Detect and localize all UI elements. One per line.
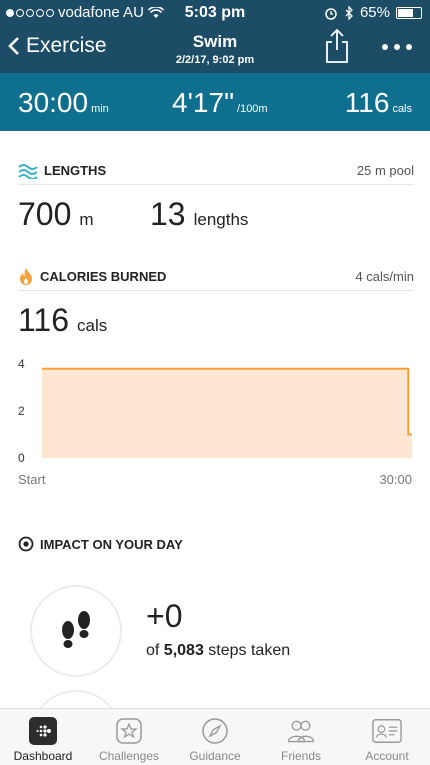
tab-dashboard[interactable]: Dashboard <box>0 709 86 765</box>
x-tick-end: 30:00 <box>379 472 412 487</box>
duration-unit: min <box>91 103 109 115</box>
lengths-count: 13 <box>150 196 186 232</box>
footsteps-icon <box>62 611 90 648</box>
calories-area <box>42 368 412 458</box>
calories-summary-unit: cals <box>392 103 412 115</box>
lengths-header: LENGTHS 25 m pool <box>18 157 414 185</box>
y-tick-label: 2 <box>18 404 25 418</box>
workout-summary: 30:00 min 4'17" /100m 116 cals <box>0 73 430 131</box>
lengths-title: LENGTHS <box>44 163 107 178</box>
steps-suffix: steps taken <box>208 642 291 659</box>
status-bar: vodafone AU 5:03 pm 65% <box>0 0 430 26</box>
distance-value: 700 <box>18 196 72 232</box>
target-icon <box>18 536 34 552</box>
alarm-icon <box>325 7 337 20</box>
duration-summary: 30:00 min <box>18 87 109 119</box>
tab-label-friends: Friends <box>280 749 321 763</box>
tab-guidance[interactable]: Guidance <box>172 709 258 765</box>
dashboard-icon <box>28 716 58 746</box>
page-title: Swim <box>192 32 238 51</box>
calories-summary-value: 116 <box>344 87 390 118</box>
calories-chart: 0 2 4 <box>18 357 412 465</box>
share-icon[interactable] <box>324 28 350 64</box>
distance-metric: 700 m <box>18 196 94 233</box>
tab-friends[interactable]: Friends <box>258 709 344 765</box>
steps-total: 5,083 <box>163 642 204 659</box>
calories-rate: 4 cals/min <box>355 269 414 284</box>
lengths-metric: 13 lengths <box>150 196 248 233</box>
nav-header: Exercise Swim 2/2/17, 9:02 pm <box>0 28 430 73</box>
bluetooth-icon <box>345 5 353 20</box>
steps-added: +0 <box>146 598 182 635</box>
status-right: 65% <box>324 4 422 21</box>
tab-label-account: Account <box>365 749 409 763</box>
account-card-icon <box>372 716 402 746</box>
steps-prefix: of <box>146 642 160 659</box>
more-options-icon[interactable] <box>382 44 412 50</box>
calories-unit: cals <box>77 316 108 335</box>
pace-unit: /100m <box>237 103 268 115</box>
compass-icon <box>200 716 230 746</box>
y-tick-label: 0 <box>18 451 25 465</box>
tab-challenges[interactable]: Challenges <box>86 709 172 765</box>
star-badge-icon <box>114 716 144 746</box>
friends-icon <box>286 716 316 746</box>
steps-circle[interactable] <box>30 585 122 677</box>
calories-title: CALORIES BURNED <box>40 269 167 284</box>
calories-value: 116 <box>18 302 70 338</box>
page-subtitle: 2/2/17, 9:02 pm <box>175 54 255 66</box>
impact-header: IMPACT ON YOUR DAY <box>18 530 414 558</box>
pool-length: 25 m pool <box>356 163 414 178</box>
calories-summary: 116 cals <box>345 87 412 119</box>
tab-bar: Dashboard Challenges Guidance Friends Ac… <box>0 708 430 765</box>
calories-metric: 116 cals <box>18 302 107 339</box>
steps-added-value: +0 <box>146 598 183 634</box>
waves-icon <box>18 163 38 179</box>
battery-icon <box>396 6 422 19</box>
tab-label-guidance: Guidance <box>189 749 241 763</box>
x-tick-start: Start <box>18 472 46 487</box>
impact-title: IMPACT ON YOUR DAY <box>40 536 183 552</box>
duration-value: 30:00 <box>18 87 89 118</box>
pace-summary: 4'17" /100m <box>172 87 268 119</box>
tab-label-challenges: Challenges <box>98 749 160 763</box>
y-tick-label: 4 <box>18 357 25 371</box>
tab-label-dashboard: Dashboard <box>13 749 73 763</box>
tab-account[interactable]: Account <box>344 709 430 765</box>
lengths-unit: lengths <box>193 210 249 229</box>
top-bar: vodafone AU 5:03 pm 65% Exercise Swim 2/… <box>0 0 430 73</box>
distance-unit: m <box>79 210 94 229</box>
calories-header: CALORIES BURNED 4 cals/min <box>18 263 414 291</box>
steps-total-line: of 5,083 steps taken <box>146 642 290 660</box>
flame-icon <box>20 267 32 285</box>
pace-value: 4'17" <box>172 87 235 118</box>
battery-percent: 65% <box>359 4 390 21</box>
